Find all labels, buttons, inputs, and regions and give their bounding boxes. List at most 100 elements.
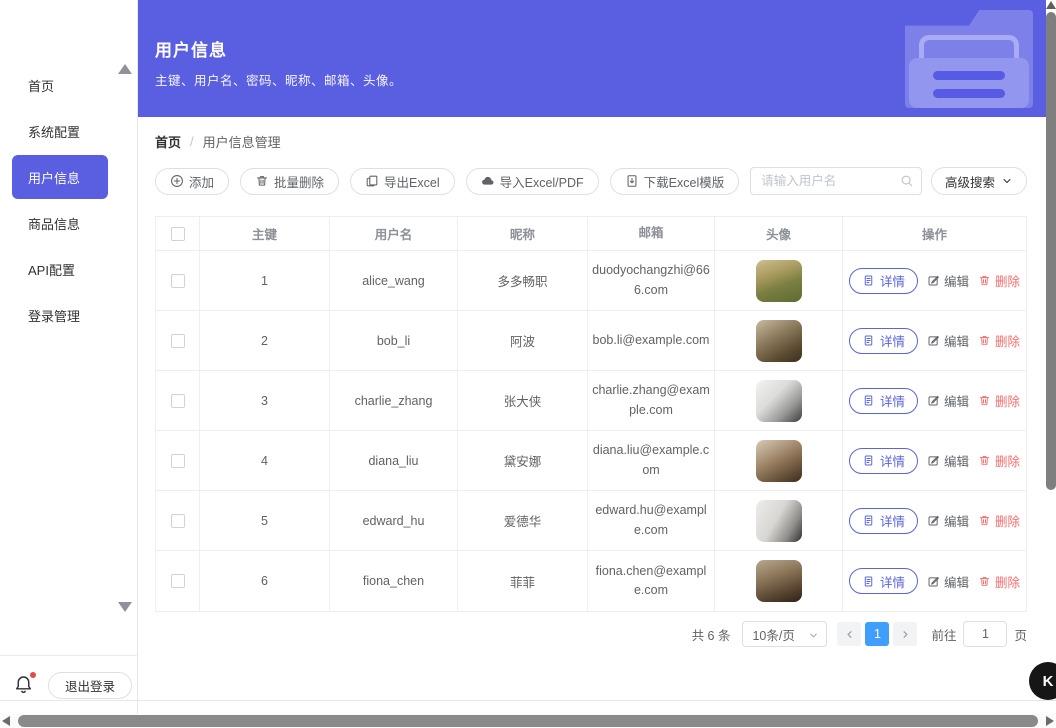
sidebar-item-home[interactable]: 首页 [0, 62, 138, 108]
import-excel-button[interactable]: 导入Excel/PDF [466, 168, 599, 195]
advanced-search-button[interactable]: 高级搜索 [931, 167, 1027, 195]
edit-icon [927, 394, 940, 407]
cell-nickname: 张大侠 [458, 371, 588, 430]
prev-page-button[interactable] [837, 622, 861, 646]
next-page-button[interactable] [893, 622, 917, 646]
cell-nickname: 爱德华 [458, 491, 588, 550]
export-excel-button[interactable]: 导出Excel [350, 168, 455, 195]
chevron-down-icon [1001, 175, 1013, 187]
row-checkbox[interactable] [171, 574, 185, 588]
goto-page-input[interactable] [963, 621, 1007, 647]
sidebar-nav: 首页 系统配置 用户信息 商品信息 API配置 登录管理 [0, 62, 138, 338]
trash-icon [978, 575, 991, 588]
scroll-up-arrow-icon[interactable] [1046, 1, 1056, 9]
sidebar-scroll-down-icon[interactable] [118, 602, 132, 612]
main-content: 首页 / 用户信息管理 添加 批量删除 导出Excel 导入Excel/PDF [138, 117, 1046, 647]
page-number-button[interactable]: 1 [865, 622, 889, 646]
cell-id: 3 [200, 371, 330, 430]
notification-dot [30, 672, 36, 678]
delete-button[interactable]: 删除 [978, 451, 1020, 470]
detail-button[interactable]: 详情 [849, 448, 918, 474]
cell-nickname: 阿波 [458, 311, 588, 370]
delete-button[interactable]: 删除 [978, 331, 1020, 350]
batch-delete-button[interactable]: 批量删除 [240, 168, 339, 195]
column-header-email: 邮箱 [588, 217, 715, 250]
k-floating-badge[interactable]: K [1029, 662, 1056, 700]
edit-button[interactable]: 编辑 [927, 391, 969, 410]
edit-button[interactable]: 编辑 [927, 271, 969, 290]
delete-button[interactable]: 删除 [978, 271, 1020, 290]
delete-button[interactable]: 删除 [978, 572, 1020, 591]
edit-icon [927, 334, 940, 347]
detail-doc-icon [862, 454, 875, 467]
cell-email: bob.li@example.com [588, 311, 715, 370]
avatar [756, 380, 802, 422]
user-table: 主键 用户名 昵称 邮箱 头像 操作 1 alice_wang 多多畅职 duo… [155, 216, 1027, 612]
chevron-down-icon [808, 630, 819, 641]
username-search [750, 167, 922, 195]
row-checkbox[interactable] [171, 274, 185, 288]
vertical-scrollbar[interactable] [1046, 0, 1056, 714]
scroll-right-arrow-icon[interactable] [1046, 716, 1054, 726]
vertical-scrollbar-thumb[interactable] [1046, 12, 1056, 490]
pagination-total: 共 6 条 [692, 625, 731, 644]
detail-button[interactable]: 详情 [849, 568, 918, 594]
detail-button[interactable]: 详情 [849, 388, 918, 414]
avatar [756, 260, 802, 302]
sidebar-item-product-info[interactable]: 商品信息 [0, 200, 138, 246]
cell-username: alice_wang [330, 251, 458, 310]
column-header-username: 用户名 [330, 217, 458, 250]
search-input[interactable] [750, 167, 922, 195]
edit-button[interactable]: 编辑 [927, 331, 969, 350]
trash-icon [978, 274, 991, 287]
toolbar: 添加 批量删除 导出Excel 导入Excel/PDF 下载Excel模版 [155, 167, 1027, 195]
sidebar: 首页 系统配置 用户信息 商品信息 API配置 登录管理 退出登录 [0, 0, 138, 714]
sidebar-item-system-config[interactable]: 系统配置 [0, 108, 138, 154]
cell-username: diana_liu [330, 431, 458, 490]
plus-circle-icon [170, 174, 184, 188]
table-row: 6 fiona_chen 菲菲 fiona.chen@example.com 详… [156, 551, 1026, 611]
cell-nickname: 黛安娜 [458, 431, 588, 490]
horizontal-scrollbar-thumb[interactable] [18, 715, 1038, 727]
scroll-left-arrow-icon[interactable] [2, 716, 10, 726]
row-checkbox[interactable] [171, 334, 185, 348]
sidebar-item-user-info[interactable]: 用户信息 [12, 155, 108, 199]
goto-label: 前往 [931, 625, 956, 644]
page-size-select[interactable]: 10条/页 [742, 621, 827, 647]
detail-button[interactable]: 详情 [849, 328, 918, 354]
row-checkbox[interactable] [171, 394, 185, 408]
trash-icon [978, 394, 991, 407]
row-checkbox[interactable] [171, 454, 185, 468]
cell-nickname: 多多畅职 [458, 251, 588, 310]
column-header-nickname: 昵称 [458, 217, 588, 250]
cell-id: 6 [200, 551, 330, 611]
detail-button[interactable]: 详情 [849, 508, 918, 534]
horizontal-scrollbar[interactable] [0, 714, 1056, 728]
sidebar-item-api-config[interactable]: API配置 [0, 246, 138, 292]
page-header-banner: 用户信息 主键、用户名、密码、昵称、邮箱、头像。 [138, 0, 1046, 117]
edit-button[interactable]: 编辑 [927, 451, 969, 470]
logout-button[interactable]: 退出登录 [48, 672, 132, 699]
detail-doc-icon [862, 274, 875, 287]
sidebar-item-login-management[interactable]: 登录管理 [0, 292, 138, 338]
add-button[interactable]: 添加 [155, 168, 229, 195]
cloud-upload-icon [481, 174, 495, 188]
delete-button[interactable]: 删除 [978, 391, 1020, 410]
edit-button[interactable]: 编辑 [927, 511, 969, 530]
notification-bell-icon[interactable] [13, 674, 35, 696]
app-window: 首页 系统配置 用户信息 商品信息 API配置 登录管理 退出登录 用户信息 主… [0, 0, 1056, 728]
row-checkbox[interactable] [171, 514, 185, 528]
folder-illustration-icon [905, 10, 1033, 108]
column-header-id: 主键 [200, 217, 330, 250]
trash-icon [255, 174, 269, 188]
detail-button[interactable]: 详情 [849, 268, 918, 294]
pagination: 共 6 条 10条/页 1 前往 页 [155, 621, 1027, 647]
breadcrumb-home[interactable]: 首页 [155, 132, 181, 151]
cell-username: edward_hu [330, 491, 458, 550]
download-template-button[interactable]: 下载Excel模版 [610, 168, 740, 195]
delete-button[interactable]: 删除 [978, 511, 1020, 530]
select-all-checkbox[interactable] [171, 227, 185, 241]
content-bottom-divider [0, 700, 1056, 701]
cell-email: edward.hu@example.com [588, 491, 715, 550]
edit-button[interactable]: 编辑 [927, 572, 969, 591]
